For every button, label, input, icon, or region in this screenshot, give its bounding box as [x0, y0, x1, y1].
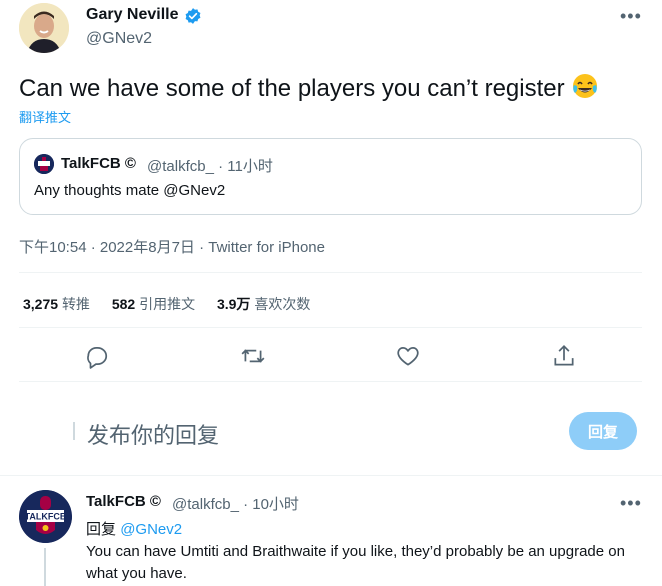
reply-meta[interactable]: @talkfcb_ · 10小时 — [172, 493, 299, 514]
divider — [0, 475, 662, 476]
like-heart-icon[interactable] — [395, 343, 421, 369]
divider — [19, 272, 642, 273]
tweet-stats: 3,275 转推 582 引用推文 3.9万 喜欢次数 — [23, 294, 328, 314]
quoted-name-text: TalkFCB — [61, 155, 121, 172]
replying-prefix: 回复 — [86, 521, 117, 538]
quotes-label: 引用推文 — [139, 296, 196, 312]
quoted-tweet-card[interactable]: TalkFCB © @talkfcb_ · 11小时 Any thoughts … — [19, 138, 642, 215]
share-icon[interactable] — [551, 343, 577, 369]
quotes-count: 582 — [111, 296, 136, 312]
quoted-text: Any thoughts mate @GNev2 — [34, 182, 226, 199]
thread-line — [44, 548, 46, 586]
reply-icon[interactable] — [84, 343, 110, 369]
quoted-badge: © — [124, 155, 136, 172]
face-with-tears-of-joy-icon — [571, 72, 599, 100]
likes-label: 喜欢次数 — [254, 296, 311, 312]
reply-author-avatar[interactable]: TALKFCB — [19, 490, 72, 543]
divider — [19, 327, 642, 328]
quotes-stat[interactable]: 582 引用推文 — [112, 296, 195, 312]
quoted-meta: @talkfcb_ · 11小时 — [147, 158, 273, 175]
replying-to: 回复 @GNev2 — [86, 518, 182, 539]
likes-count: 3.9万 — [216, 296, 251, 312]
reply-input[interactable]: 发布你的回复 — [87, 418, 219, 450]
quoted-author-name: TalkFCB © — [61, 155, 136, 172]
replying-mention-link[interactable]: @GNev2 — [120, 521, 182, 538]
verified-badge-icon — [184, 7, 202, 25]
retweets-count: 3,275 — [23, 296, 59, 312]
reply-text: You can have Umtiti and Braithwaite if y… — [86, 543, 625, 582]
retweets-label: 转推 — [61, 296, 90, 312]
compose-cursor — [73, 422, 75, 440]
author-name[interactable]: Gary Neville — [86, 6, 179, 24]
translate-tweet-link[interactable]: 翻译推文 — [19, 107, 71, 126]
quoted-avatar — [34, 154, 54, 174]
more-options-icon[interactable]: ••• — [620, 6, 642, 27]
reply-name-text: TalkFCB — [86, 493, 146, 510]
reply-button[interactable]: 回复 — [569, 412, 637, 450]
reply-badge: © — [149, 493, 161, 510]
svg-text:TALKFCB: TALKFCB — [25, 512, 67, 522]
tweet-timestamp[interactable]: 下午10:54 · 2022年8月7日 · Twitter for iPhone — [19, 236, 325, 257]
tweet-text-content: Can we have some of the players you can’… — [19, 75, 565, 102]
author-avatar[interactable] — [19, 3, 69, 53]
reply-author-name[interactable]: TalkFCB © — [86, 493, 161, 510]
divider — [19, 381, 642, 382]
retweets-stat[interactable]: 3,275 转推 — [23, 296, 90, 312]
likes-stat[interactable]: 3.9万 喜欢次数 — [217, 296, 310, 312]
author-handle[interactable]: @GNev2 — [86, 30, 152, 48]
more-options-icon[interactable]: ••• — [620, 493, 642, 514]
tweet-text: Can we have some of the players you can’… — [19, 72, 599, 103]
retweet-icon[interactable] — [240, 343, 266, 369]
